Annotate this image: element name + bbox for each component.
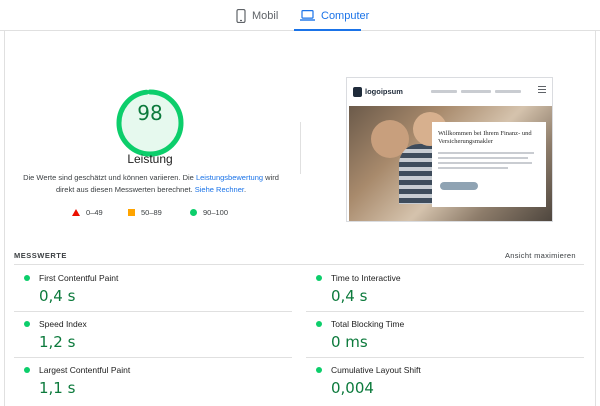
circle-icon	[190, 209, 197, 216]
legend-average: 50–89	[128, 208, 162, 217]
tab-mobile-label: Mobil	[252, 9, 279, 22]
metrics-divider	[306, 311, 584, 312]
performance-score: 98	[137, 101, 163, 125]
preview-hero-box: Willkommen bei Ihrem Finanz- und Versich…	[432, 122, 546, 207]
laptop-icon	[300, 10, 315, 21]
score-desc-text-3: .	[243, 185, 247, 194]
pass-circle-icon	[24, 367, 30, 373]
preview-text-line	[438, 157, 528, 159]
vertical-divider	[300, 122, 301, 174]
tab-desktop[interactable]: Computer	[300, 0, 369, 31]
legend-pass: 90–100	[190, 208, 228, 217]
preview-nav-item	[461, 90, 491, 93]
tab-mobile[interactable]: Mobil	[236, 0, 278, 31]
logo-mark-icon	[353, 87, 362, 97]
metric-tti-name: Time to Interactive	[331, 273, 401, 283]
square-icon	[128, 209, 135, 216]
preview-headline: Willkommen bei Ihrem Finanz- und Versich…	[438, 130, 532, 145]
preview-text-line	[438, 152, 534, 154]
metric-si-value: 1,2 s	[39, 333, 76, 351]
metrics-divider	[14, 357, 292, 358]
preview-cta-button	[440, 182, 478, 190]
score-description: Die Werte sind geschätzt und können vari…	[20, 172, 282, 196]
metric-cls-name: Cumulative Layout Shift	[331, 365, 421, 375]
preview-text-line	[438, 167, 508, 169]
metric-fcp-name: First Contentful Paint	[39, 273, 119, 283]
expand-view-toggle[interactable]: Ansicht maximieren	[505, 251, 576, 260]
metrics-divider	[14, 311, 292, 312]
metric-lcp-value: 1,1 s	[39, 379, 76, 397]
pass-circle-icon	[316, 321, 322, 327]
smartphone-icon	[236, 8, 246, 23]
metric-lcp-name: Largest Contentful Paint	[39, 365, 131, 375]
metric-tti-value: 0,4 s	[331, 287, 368, 305]
preview-header: logoipsum	[347, 78, 552, 104]
metric-tbt-name: Total Blocking Time	[331, 319, 405, 329]
metric-si-name: Speed Index	[39, 319, 87, 329]
calculator-link[interactable]: Siehe Rechner	[195, 185, 244, 194]
triangle-icon	[72, 209, 80, 216]
score-desc-text-1: Die Werte sind geschätzt und können vari…	[23, 173, 196, 182]
preview-nav-item	[495, 90, 521, 93]
pass-circle-icon	[24, 275, 30, 281]
pass-circle-icon	[316, 367, 322, 373]
preview-nav-item	[431, 90, 457, 93]
metric-fcp-value: 0,4 s	[39, 287, 76, 305]
legend-fail-label: 0–49	[86, 208, 103, 217]
hamburger-menu-icon	[538, 86, 546, 95]
tab-desktop-label: Computer	[321, 9, 370, 22]
metrics-divider	[306, 357, 584, 358]
metric-tbt-value: 0 ms	[331, 333, 368, 351]
page-screenshot-preview[interactable]: logoipsum Willkommen bei Ihrem Finanz- u…	[346, 77, 553, 222]
metric-cls-value: 0,004	[331, 379, 374, 397]
score-title: Leistung	[127, 152, 173, 166]
metrics-divider	[14, 264, 584, 265]
preview-logo-text: logoipsum	[365, 87, 403, 96]
pass-circle-icon	[24, 321, 30, 327]
legend-average-label: 50–89	[141, 208, 162, 217]
device-tabbar: Mobil Computer	[0, 0, 600, 31]
legend-pass-label: 90–100	[203, 208, 229, 217]
preview-text-line	[438, 162, 532, 164]
legend-fail: 0–49	[72, 208, 103, 217]
metrics-section-label: MESSWERTE	[14, 251, 67, 260]
pass-circle-icon	[316, 275, 322, 281]
performance-scoring-link[interactable]: Leistungsbewertung	[196, 173, 263, 182]
